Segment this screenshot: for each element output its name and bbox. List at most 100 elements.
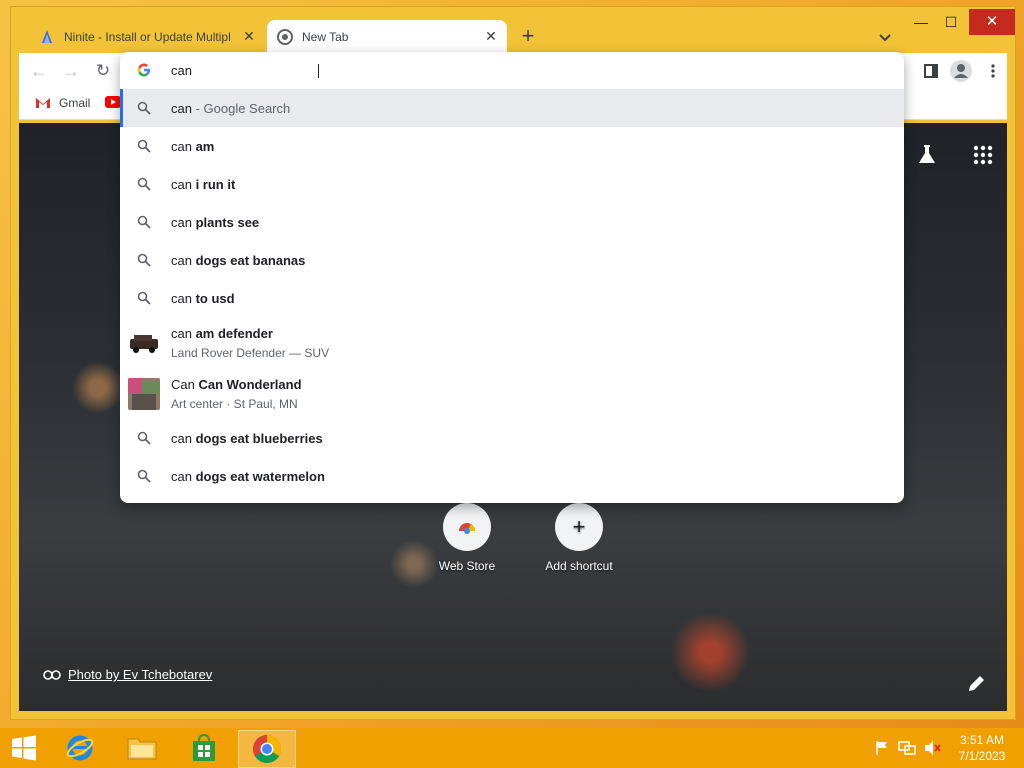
taskbar-store[interactable]	[176, 730, 232, 766]
chrome-icon	[253, 735, 281, 763]
search-icon	[137, 101, 151, 115]
bookmark-label: Gmail	[59, 96, 91, 110]
suggestion-row[interactable]: can i run it	[120, 165, 904, 203]
address-bar[interactable]: can	[120, 52, 904, 88]
youtube-icon	[105, 96, 121, 108]
add-shortcut-button[interactable]: + Add shortcut	[534, 503, 624, 573]
search-icon	[137, 431, 151, 445]
suggestion-prefix: Can	[171, 376, 199, 392]
suggestion-row[interactable]: can plants see	[120, 203, 904, 241]
minimize-button[interactable]: —	[907, 9, 935, 35]
suggestion-completion: am defender	[195, 325, 273, 341]
google-g-icon	[137, 63, 150, 77]
tab-new-tab[interactable]: New Tab ✕	[267, 20, 507, 53]
link-icon	[43, 669, 61, 680]
search-icon	[137, 215, 151, 229]
system-tray	[874, 738, 942, 758]
web-store-icon	[443, 503, 491, 551]
tab-ninite[interactable]: Ninite - Install or Update Multipl ✕	[29, 20, 265, 53]
network-icon[interactable]	[898, 740, 916, 756]
shortcut-label: Web Store	[438, 559, 496, 573]
suggestion-prefix: can	[171, 100, 192, 116]
profile-avatar-icon[interactable]	[949, 59, 973, 83]
omnibox-query: can	[171, 62, 192, 78]
suggestion-prefix: can	[171, 252, 196, 268]
chrome-favicon-icon	[277, 28, 293, 45]
labs-flask-icon[interactable]	[915, 143, 939, 167]
taskbar-chrome[interactable]	[238, 730, 296, 768]
close-window-button[interactable]: ✕	[969, 9, 1015, 35]
suggestion-prefix: can	[171, 430, 196, 446]
plus-icon: +	[555, 503, 603, 551]
suggestion-prefix: can	[171, 468, 196, 484]
gmail-icon	[36, 98, 50, 108]
search-icon	[137, 291, 151, 305]
suggestion-row[interactable]: can dogs eat bananas	[120, 241, 904, 279]
back-button[interactable]: ←	[29, 61, 49, 81]
forward-button[interactable]: →	[61, 61, 81, 81]
shortcut-label: Add shortcut	[545, 559, 613, 573]
suggestion-completion: dogs eat blueberries	[195, 430, 323, 446]
suggestion-prefix: can	[171, 325, 196, 341]
internet-explorer-icon	[66, 735, 94, 761]
new-tab-button[interactable]: +	[516, 25, 540, 49]
tab-close-icon[interactable]: ✕	[481, 28, 501, 45]
bookmark-youtube[interactable]	[105, 96, 121, 108]
windows-logo-icon	[12, 735, 36, 761]
suggestion-completion: Can Wonderland	[198, 376, 302, 392]
action-center-flag-icon[interactable]	[874, 740, 890, 756]
search-icon	[137, 177, 151, 191]
art-center-thumbnail-icon	[128, 377, 160, 410]
suggestion-row[interactable]: can - Google Search	[120, 89, 904, 127]
store-bag-icon	[193, 734, 215, 761]
search-icon	[137, 139, 151, 153]
suggestion-prefix: can	[171, 214, 196, 230]
suggestion-prefix: can	[171, 138, 196, 154]
search-icon	[137, 253, 151, 267]
bookmark-gmail[interactable]: Gmail	[35, 96, 90, 110]
suggestion-row[interactable]: can to usd	[120, 279, 904, 317]
taskbar-internet-explorer[interactable]	[52, 730, 108, 766]
suggestion-completion: plants see	[195, 214, 260, 230]
tab-title: Ninite - Install or Update Multipl	[64, 29, 231, 44]
maximize-button[interactable]: ☐	[937, 9, 965, 35]
suggestion-subtitle: Land Rover Defender — SUV	[171, 345, 330, 360]
suggestion-row[interactable]: can dogs eat blueberries	[120, 419, 904, 457]
reload-button[interactable]: ↻	[93, 61, 113, 81]
suggestion-completion: dogs eat bananas	[195, 252, 306, 268]
suggestion-prefix: can	[171, 290, 196, 306]
side-panel-icon[interactable]	[919, 59, 943, 83]
suggestion-completion: dogs eat watermelon	[195, 468, 325, 484]
suggestion-entity-row[interactable]: can am defender Land Rover Defender — SU…	[120, 317, 904, 368]
tab-strip: Ninite - Install or Update Multipl ✕ New…	[11, 7, 1015, 53]
text-cursor	[318, 64, 319, 78]
folder-icon	[127, 738, 157, 760]
shortcut-web-store[interactable]: Web Store	[422, 503, 512, 573]
clock-time: 3:51 AM	[959, 733, 1005, 747]
suggestion-completion: i run it	[195, 176, 236, 192]
suggestion-completion: am	[195, 138, 215, 154]
photo-credit-text: Photo by Ev Tchebotarev	[68, 667, 213, 682]
suggestion-row[interactable]: can dogs eat watermelon	[120, 457, 904, 495]
photo-credit-link[interactable]: Photo by Ev Tchebotarev	[43, 667, 212, 682]
taskbar-clock[interactable]: 3:51 AM 7/1/2023	[952, 732, 1012, 764]
taskbar-file-explorer[interactable]	[114, 730, 170, 766]
tab-search-chevron-icon[interactable]	[875, 27, 895, 47]
start-button[interactable]	[0, 730, 48, 766]
taskbar: 3:51 AM 7/1/2023	[0, 728, 1024, 768]
tab-close-icon[interactable]: ✕	[239, 28, 259, 45]
suggestion-row[interactable]: can am	[120, 127, 904, 165]
suggestion-prefix: can	[171, 176, 196, 192]
tab-title: New Tab	[302, 29, 349, 44]
omnibox-dropdown: can can - Google Search can am can i run…	[120, 52, 904, 503]
suggestion-completion: to usd	[195, 290, 235, 306]
google-apps-grid-icon[interactable]	[971, 143, 995, 167]
clock-date: 7/1/2023	[958, 749, 1006, 763]
volume-muted-icon[interactable]	[924, 740, 942, 756]
suggestion-entity-row[interactable]: Can Can Wonderland Art center · St Paul,…	[120, 368, 904, 419]
menu-kebab-icon[interactable]	[981, 59, 1005, 83]
suggestion-subtitle: Art center · St Paul, MN	[171, 396, 298, 411]
customize-pencil-icon[interactable]	[965, 671, 989, 695]
suggestion-suffix: - Google Search	[191, 100, 291, 116]
suv-thumbnail-icon	[128, 326, 160, 359]
